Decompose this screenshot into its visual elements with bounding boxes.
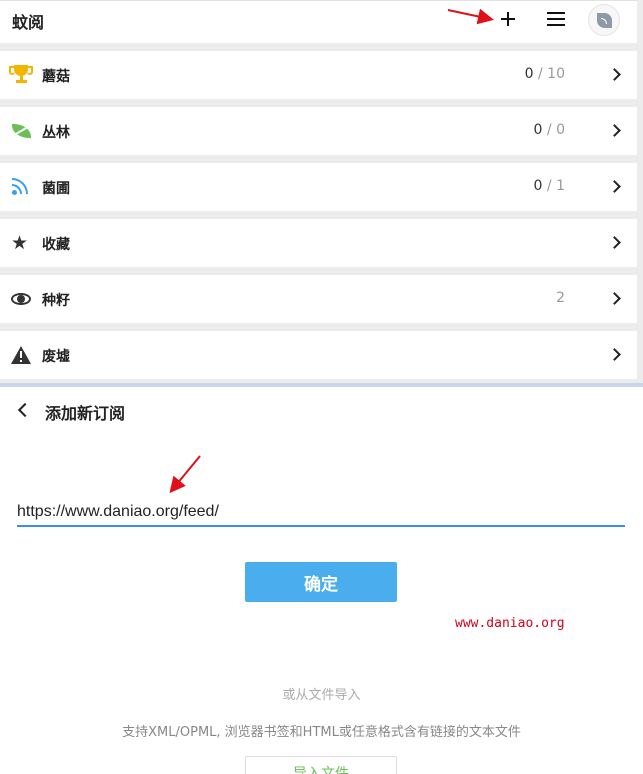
or-import-label: 或从文件导入	[282, 688, 361, 703]
menu-item-favorites[interactable]: ★ 收藏	[0, 219, 637, 267]
eye-icon	[11, 289, 31, 309]
plus-icon[interactable]	[497, 8, 519, 30]
confirm-button[interactable]: 确定	[245, 562, 397, 602]
warning-icon	[11, 345, 31, 365]
menu-item-label: 废墟	[42, 349, 70, 365]
menu-item-label: 蘑菇	[42, 69, 70, 85]
menu-item-ruins[interactable]: 废墟	[0, 331, 637, 379]
chevron-right-icon	[608, 124, 621, 137]
avatar[interactable]	[588, 4, 620, 36]
chevron-right-icon	[608, 292, 621, 305]
subscriptions-panel: 蚊阅 蘑菇 0 / 10 丛林 0 / 0 菌圃 0 / 1 ★ 收藏 种籽 2…	[0, 0, 637, 383]
menu-icon[interactable]	[545, 11, 567, 27]
app-header: 蚊阅	[0, 0, 637, 43]
app-title: 蚊阅	[12, 13, 45, 32]
chevron-right-icon	[608, 348, 621, 361]
watermark: www.daniao.org	[455, 616, 565, 631]
menu-item-label: 丛林	[42, 125, 70, 141]
menu-item-seeds[interactable]: 种籽 2	[0, 275, 637, 323]
menu-item-mushroom[interactable]: 蘑菇 0 / 10	[0, 51, 637, 99]
menu-item-count: 0 / 0	[533, 122, 565, 138]
chevron-right-icon	[608, 180, 621, 193]
chevron-right-icon	[608, 68, 621, 81]
add-feed-title: 添加新订阅	[45, 404, 126, 423]
leaf-icon	[11, 121, 31, 141]
rss-leaf-icon	[597, 13, 612, 28]
back-chevron-icon[interactable]	[17, 402, 33, 418]
menu-item-label: 种籽	[42, 293, 70, 309]
menu-item-count: 0 / 1	[533, 178, 565, 194]
menu-item-count: 2	[556, 290, 565, 306]
trophy-icon	[9, 65, 33, 85]
rss-icon	[11, 177, 31, 197]
feed-url-input[interactable]	[17, 499, 625, 527]
import-support-text: 支持XML/OPML, 浏览器书签和HTML或任意格式含有链接的文本文件	[122, 725, 521, 740]
add-feed-panel: 添加新订阅 确定 www.daniao.org 或从文件导入 支持XML/OPM…	[0, 387, 643, 774]
menu-item-count: 0 / 10	[524, 66, 565, 82]
menu-item-label: 收藏	[42, 237, 70, 253]
star-icon: ★	[11, 232, 29, 254]
menu-item-jungle[interactable]: 丛林 0 / 0	[0, 107, 637, 155]
menu-item-label: 菌圃	[42, 181, 70, 197]
chevron-right-icon	[608, 236, 621, 249]
import-file-button[interactable]: 导入文件	[245, 756, 397, 774]
menu-item-nursery[interactable]: 菌圃 0 / 1	[0, 163, 637, 211]
